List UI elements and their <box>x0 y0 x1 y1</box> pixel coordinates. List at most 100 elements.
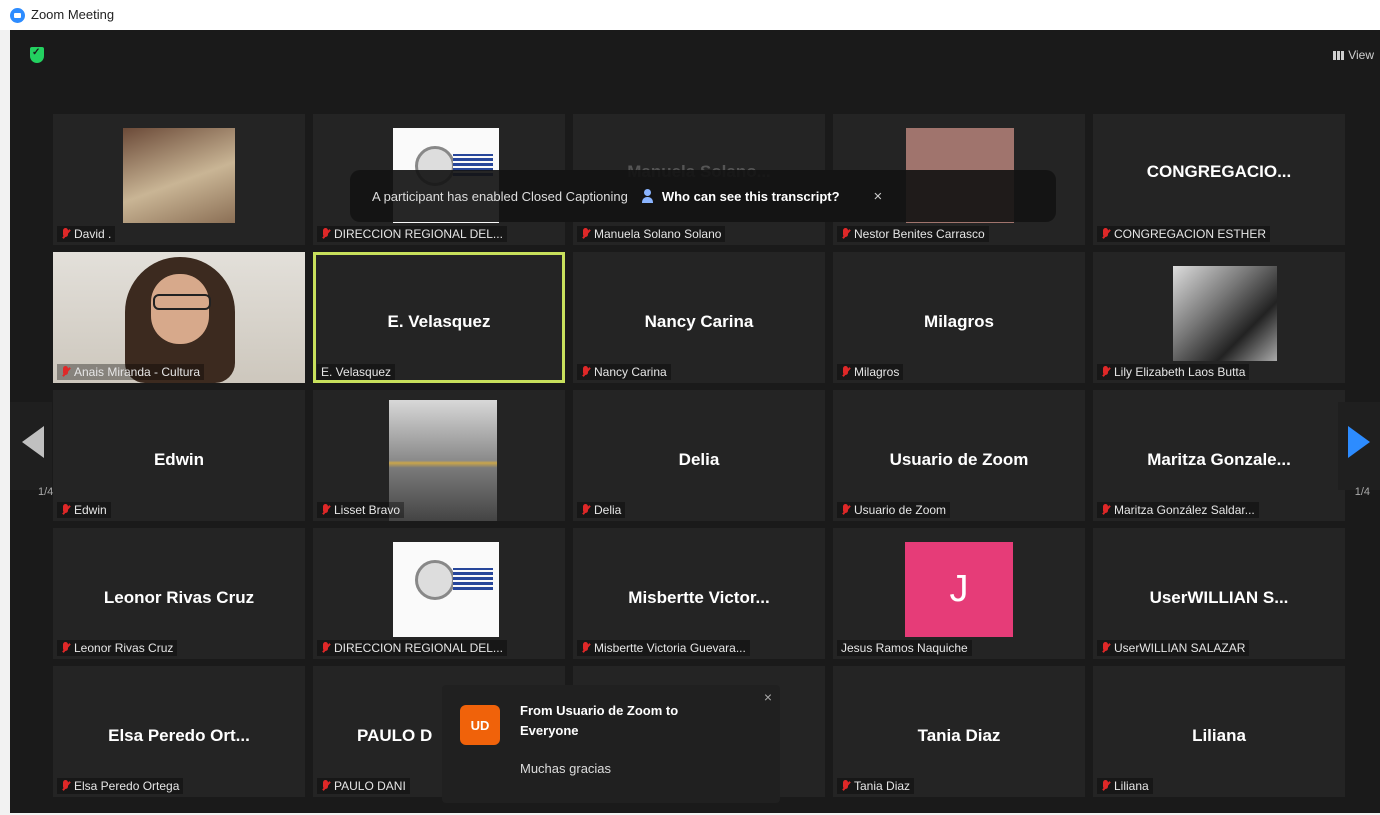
participant-label: Nancy Carina <box>577 364 671 380</box>
participant-display-name: Elsa Peredo Ort... <box>108 726 250 745</box>
previous-page-button[interactable] <box>10 402 52 490</box>
muted-mic-icon <box>841 780 850 792</box>
muted-mic-icon <box>1101 780 1110 792</box>
participant-tile[interactable]: J Jesus Ramos Naquiche <box>833 528 1085 659</box>
participant-tile[interactable]: UserWILLIAN S... UserWILLIAN SALAZAR <box>1093 528 1345 659</box>
participant-video <box>389 400 497 521</box>
participant-label: Elsa Peredo Ortega <box>57 778 184 794</box>
muted-mic-icon <box>841 228 850 240</box>
muted-mic-icon <box>321 504 330 516</box>
participant-label: Anais Miranda - Cultura <box>57 364 205 380</box>
muted-mic-icon <box>581 504 590 516</box>
participant-tile[interactable]: Liliana Liliana <box>1093 666 1345 797</box>
participant-label: UserWILLIAN SALAZAR <box>1097 640 1250 656</box>
transcript-visibility-link[interactable]: Who can see this transcript? <box>662 189 840 204</box>
participant-label: Lisset Bravo <box>317 502 405 518</box>
next-page-button[interactable] <box>1338 402 1380 490</box>
participant-display-name: Maritza Gonzale... <box>1147 450 1291 469</box>
participant-label: Maritza González Saldar... <box>1097 502 1259 518</box>
participant-label: CONGREGACION ESTHER <box>1097 226 1271 242</box>
banner-text: A participant has enabled Closed Caption… <box>372 188 628 204</box>
chat-notification[interactable]: UD From Usuario de Zoom to Everyone Much… <box>442 685 780 803</box>
muted-mic-icon <box>321 780 330 792</box>
participant-tile[interactable]: DIRECCION REGIONAL DEL... <box>313 528 565 659</box>
grid-view-icon <box>1333 50 1345 60</box>
muted-mic-icon <box>61 366 70 378</box>
participant-tile[interactable]: Edwin Edwin <box>53 390 305 521</box>
participant-display-name: Usuario de Zoom <box>889 450 1029 469</box>
participant-tile[interactable]: Delia Delia <box>573 390 825 521</box>
muted-mic-icon <box>321 228 330 240</box>
banner-close-icon[interactable]: × <box>874 188 883 205</box>
participant-label: Edwin <box>57 502 111 518</box>
muted-mic-icon <box>1101 366 1110 378</box>
participant-display-name: Leonor Rivas Cruz <box>103 588 255 607</box>
participant-tile[interactable]: Nancy Carina Nancy Carina <box>573 252 825 383</box>
participant-tile[interactable]: David . <box>53 114 305 245</box>
muted-mic-icon <box>1101 228 1110 240</box>
participant-display-name: Nancy Carina <box>644 312 754 331</box>
participant-label: Lily Elizabeth Laos Butta <box>1097 364 1250 380</box>
muted-mic-icon <box>841 504 850 516</box>
participant-display-name: Edwin <box>153 450 205 469</box>
participant-label: Leonor Rivas Cruz <box>57 640 178 656</box>
participant-tile[interactable]: Milagros Milagros <box>833 252 1085 383</box>
participant-label: Tania Diaz <box>837 778 915 794</box>
participant-label: Misbertte Victoria Guevara... <box>577 640 750 656</box>
view-button[interactable]: View <box>1333 48 1374 62</box>
muted-mic-icon <box>581 228 590 240</box>
participant-label: Nestor Benites Carrasco <box>837 226 989 242</box>
participant-label: Manuela Solano Solano <box>577 226 726 242</box>
muted-mic-icon <box>321 642 330 654</box>
participant-tile-active-speaker[interactable]: E. Velasquez E. Velasquez <box>313 252 565 383</box>
participant-tile[interactable]: Usuario de Zoom Usuario de Zoom <box>833 390 1085 521</box>
participant-tile[interactable]: Elsa Peredo Ort... Elsa Peredo Ortega <box>53 666 305 797</box>
closed-captioning-banner: A participant has enabled Closed Caption… <box>350 170 1056 222</box>
security-shield-icon[interactable] <box>30 47 44 63</box>
muted-mic-icon <box>841 366 850 378</box>
meeting-area: View David . DIRECCION REGIONAL DEL... M… <box>10 30 1380 813</box>
muted-mic-icon <box>581 642 590 654</box>
participant-display-name: E. Velasquez <box>387 312 491 331</box>
participant-display-name: Misbertte Victor... <box>628 588 770 607</box>
muted-mic-icon <box>1101 642 1110 654</box>
participant-display-name: Milagros <box>924 312 994 331</box>
participant-tile[interactable]: Leonor Rivas Cruz Leonor Rivas Cruz <box>53 528 305 659</box>
muted-mic-icon <box>61 228 70 240</box>
page-indicator-left: 1/4 <box>38 486 54 498</box>
participant-tile[interactable]: Maritza Gonzale... Maritza González Sald… <box>1093 390 1345 521</box>
participant-label: Jesus Ramos Naquiche <box>837 640 972 656</box>
chat-message: Muchas gracias <box>520 761 612 776</box>
participant-label: Usuario de Zoom <box>837 502 951 518</box>
participant-tile[interactable]: Anais Miranda - Cultura <box>53 252 305 383</box>
title-bar: Zoom Meeting <box>0 0 1380 30</box>
muted-mic-icon <box>1101 504 1110 516</box>
page-indicator-right: 1/4 <box>1354 486 1370 498</box>
participant-tile[interactable]: CONGREGACIO... CONGREGACION ESTHER <box>1093 114 1345 245</box>
muted-mic-icon <box>61 642 70 654</box>
zoom-logo-icon <box>10 8 25 23</box>
participant-tile[interactable]: Lily Elizabeth Laos Butta <box>1093 252 1345 383</box>
participant-photo <box>1173 266 1277 361</box>
participant-initial-avatar: J <box>905 542 1013 637</box>
chat-sender-line: From Usuario de Zoom to Everyone <box>520 703 679 738</box>
participant-label: DIRECCION REGIONAL DEL... <box>317 226 507 242</box>
participant-display-name: CONGREGACIO... <box>1146 162 1292 181</box>
window-title: Zoom Meeting <box>31 7 115 22</box>
participant-display-name: UserWILLIAN S... <box>1149 588 1289 607</box>
muted-mic-icon <box>61 504 70 516</box>
chat-close-icon[interactable]: × <box>764 689 772 705</box>
participant-photo <box>123 128 235 223</box>
participant-label: Delia <box>577 502 626 518</box>
participant-tile[interactable]: Tania Diaz Tania Diaz <box>833 666 1085 797</box>
muted-mic-icon <box>61 780 70 792</box>
participant-logo <box>393 542 499 637</box>
participant-tile[interactable]: Lisset Bravo <box>313 390 565 521</box>
participant-tile[interactable]: Misbertte Victor... Misbertte Victoria G… <box>573 528 825 659</box>
participant-label: DIRECCION REGIONAL DEL... <box>317 640 507 656</box>
view-button-label: View <box>1348 48 1374 62</box>
participant-display-name: Delia <box>678 450 720 469</box>
participant-label: PAULO DANI <box>317 778 410 794</box>
person-icon <box>641 189 654 203</box>
participant-display-name: Tania Diaz <box>917 726 1001 745</box>
